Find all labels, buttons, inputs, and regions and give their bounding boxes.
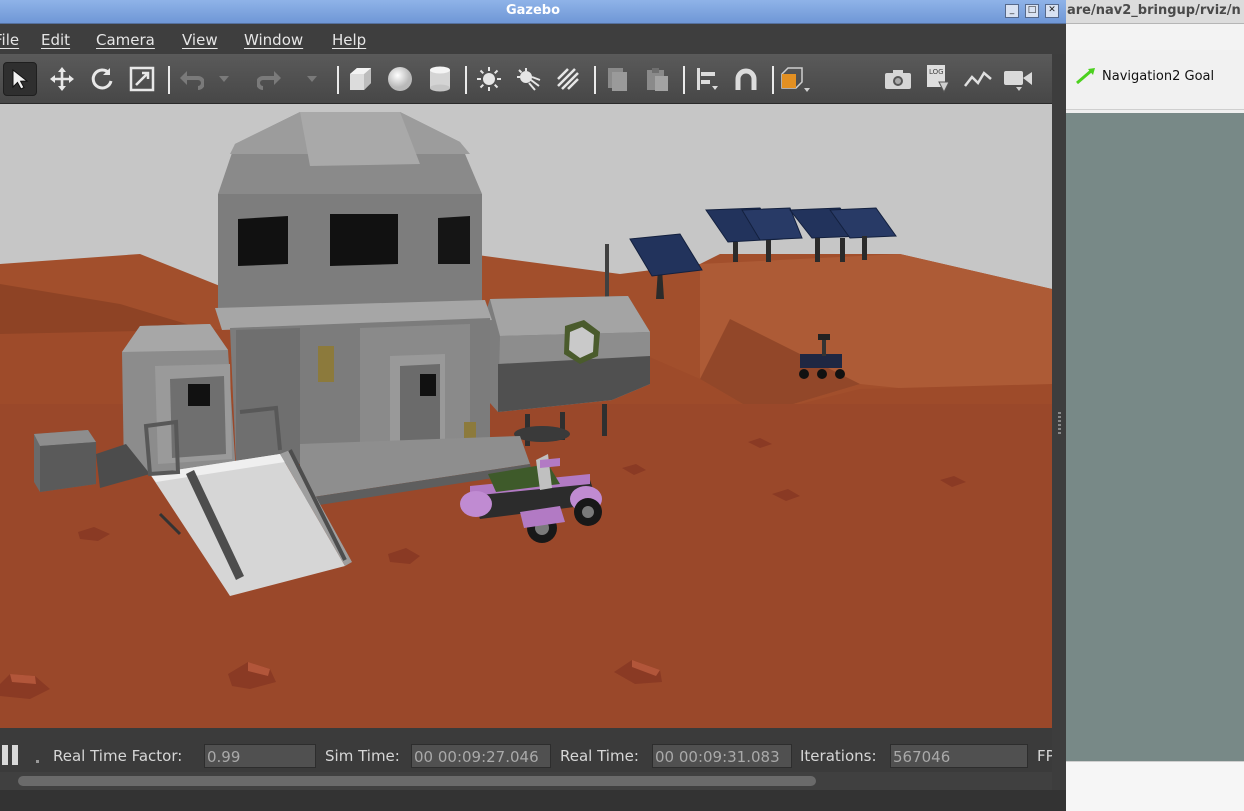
rviz-toolbar: Navigation2 Goal <box>1066 50 1244 110</box>
minimize-button[interactable]: _ <box>1005 4 1019 18</box>
screenshot-camera-icon[interactable] <box>881 62 915 96</box>
svg-text:LOG: LOG <box>929 68 944 76</box>
sphere-shape-icon[interactable] <box>383 62 417 96</box>
fps-label-container: FPS <box>1035 747 1052 767</box>
box-shape-icon[interactable] <box>343 62 377 96</box>
toolbar-separator <box>465 66 467 94</box>
3d-viewport[interactable] <box>0 104 1052 728</box>
copy-icon[interactable] <box>600 62 634 96</box>
cylinder-shape-icon[interactable] <box>423 62 457 96</box>
spot-light-icon[interactable] <box>511 62 545 96</box>
horizontal-scrollbar[interactable] <box>0 772 1052 790</box>
rotate-icon[interactable] <box>85 62 119 96</box>
toolbar-separator <box>683 66 685 94</box>
align-icon[interactable] <box>690 62 724 96</box>
gazebo-title-bar[interactable]: Gazebo _ □ ✕ <box>0 0 1066 24</box>
menu-file[interactable]: File <box>0 31 19 49</box>
directional-light-icon[interactable] <box>551 62 585 96</box>
real-time-label: Real Time: <box>560 747 639 765</box>
window-title: Gazebo <box>505 3 561 18</box>
menu-bar: File Edit Camera View Window Help <box>0 24 1066 54</box>
menu-camera[interactable]: Camera <box>96 31 155 49</box>
rviz-3d-view[interactable] <box>1066 113 1244 761</box>
real-time-factor-field: 0.99 <box>204 744 316 768</box>
iterations-field: 567046 <box>890 744 1028 768</box>
paste-icon[interactable] <box>640 62 674 96</box>
fps-label: FPS <box>1037 747 1052 765</box>
toolbar: LOG <box>0 54 1052 104</box>
toolbar-separator <box>594 66 596 94</box>
menu-edit[interactable]: Edit <box>41 31 70 49</box>
rviz-bottom-panel <box>1066 761 1244 811</box>
menu-window[interactable]: Window <box>244 31 303 49</box>
plot-icon[interactable] <box>961 62 995 96</box>
toolbar-separator <box>168 66 170 94</box>
iterations-label: Iterations: <box>800 747 877 765</box>
goal-arrow-icon <box>1076 68 1095 84</box>
record-video-icon[interactable] <box>1001 62 1035 96</box>
translate-icon[interactable] <box>45 62 79 96</box>
sim-time-field: 00 00:09:27.046 <box>411 744 551 768</box>
toolbar-separator <box>337 66 339 94</box>
gazebo-window: Gazebo _ □ ✕ File Edit Camera View Windo… <box>0 0 1066 811</box>
status-bar: Real Time Factor: 0.99 Sim Time: 00 00:0… <box>0 728 1052 772</box>
sim-time-label: Sim Time: <box>325 747 400 765</box>
menu-help[interactable]: Help <box>332 31 366 49</box>
pause-icon[interactable] <box>2 745 8 765</box>
select-arrow-icon[interactable] <box>3 62 37 96</box>
pause-icon-bar <box>12 745 18 765</box>
log-icon[interactable]: LOG <box>921 62 955 96</box>
step-indicator <box>36 760 39 763</box>
maximize-button[interactable]: □ <box>1025 4 1039 18</box>
navigation2-goal-label: Navigation2 Goal <box>1102 68 1215 84</box>
splitter-handle[interactable] <box>1058 412 1061 434</box>
point-light-icon[interactable] <box>472 62 506 96</box>
rviz-title-bar[interactable]: are/nav2_bringup/rviz/n <box>1066 0 1244 24</box>
real-time-factor-label: Real Time Factor: <box>53 747 183 765</box>
scrollbar-thumb[interactable] <box>18 776 816 786</box>
redo-dropdown-icon[interactable] <box>302 62 322 96</box>
snap-magnet-icon[interactable] <box>729 62 763 96</box>
view-angle-icon[interactable] <box>778 62 812 96</box>
real-time-field: 00 00:09:31.083 <box>652 744 792 768</box>
rviz-window: are/nav2_bringup/rviz/n Navigation2 Goal <box>1066 0 1244 811</box>
close-button[interactable]: ✕ <box>1045 4 1059 18</box>
scale-icon[interactable] <box>125 62 159 96</box>
menu-view[interactable]: View <box>182 31 218 49</box>
window-bottom-edge <box>0 790 1066 811</box>
navigation2-goal-button[interactable]: Navigation2 Goal <box>1076 68 1214 84</box>
toolbar-separator <box>772 66 774 94</box>
redo-icon[interactable] <box>253 62 287 96</box>
undo-dropdown-icon[interactable] <box>214 62 234 96</box>
undo-icon[interactable] <box>174 62 208 96</box>
rviz-menu-bar <box>1066 24 1244 50</box>
